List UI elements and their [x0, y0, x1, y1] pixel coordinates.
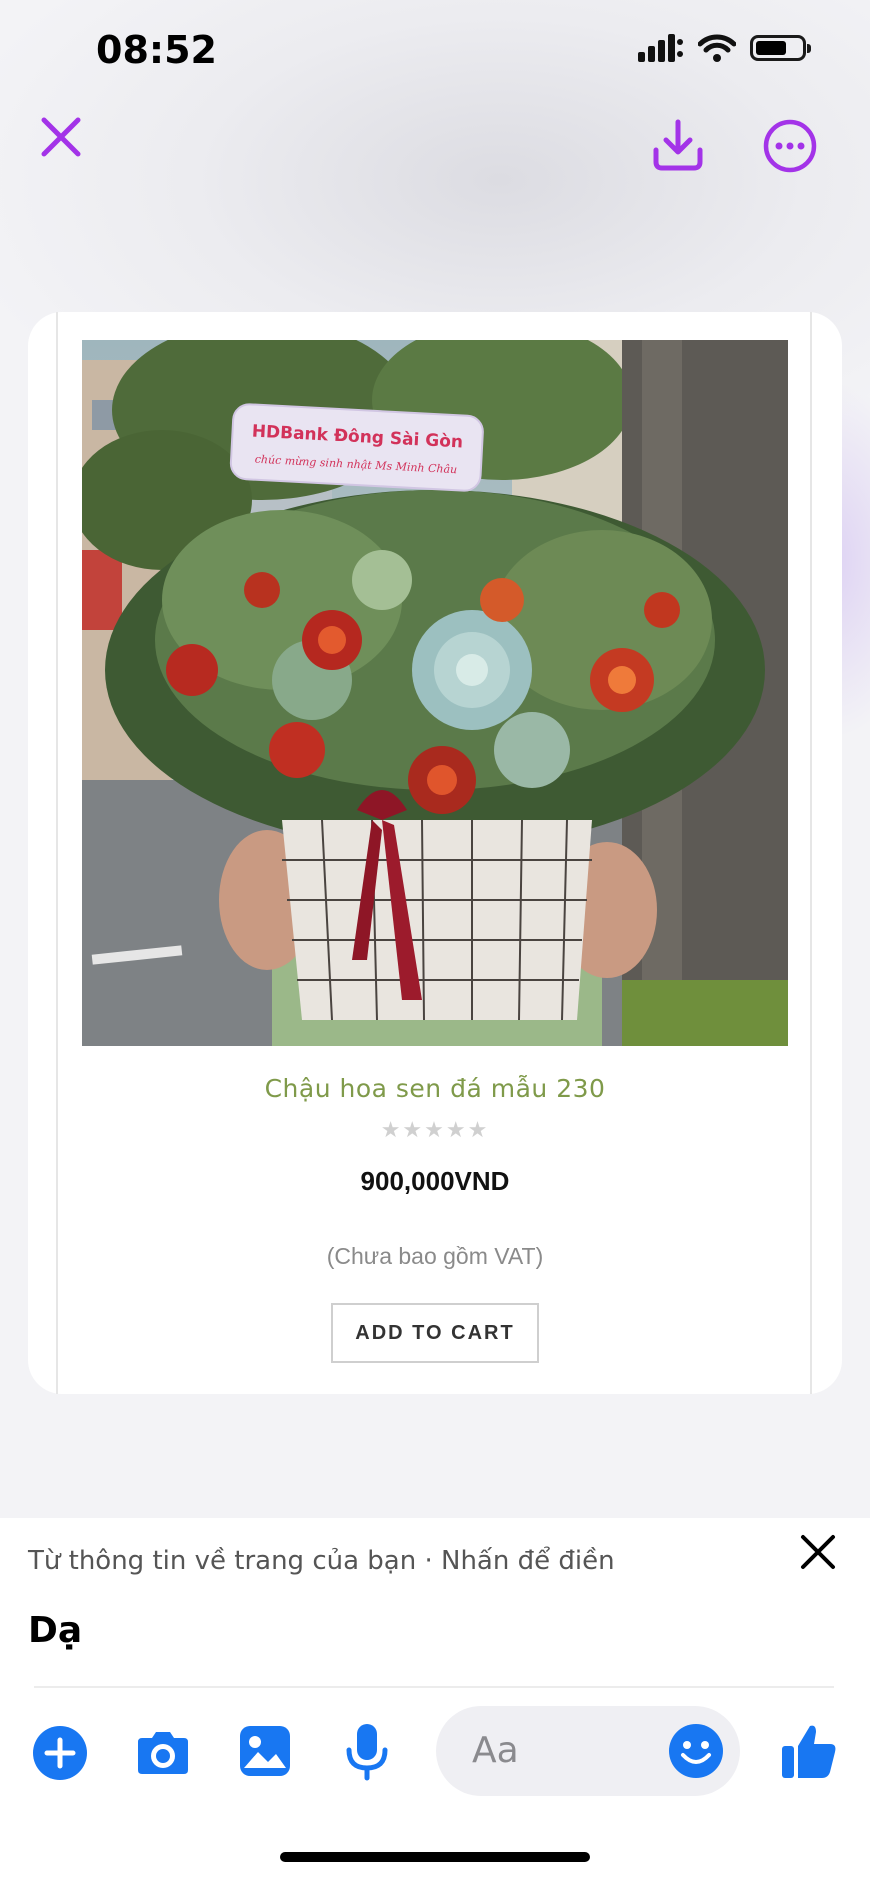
- vat-note: (Chưa bao gồm VAT): [326, 1243, 544, 1269]
- autofill-suggestion[interactable]: Từ thông tin về trang của bạn · Nhấn để …: [28, 1546, 615, 1576]
- microphone-icon[interactable]: [343, 1722, 391, 1782]
- battery-icon: [750, 35, 811, 61]
- flower-basket-image: HDBank Đông Sài Gòn chúc mừng sinh nhật …: [82, 340, 788, 1046]
- gallery-icon[interactable]: [238, 1724, 292, 1778]
- reply-text[interactable]: Dạ: [28, 1610, 82, 1651]
- message-composer[interactable]: Aa: [436, 1706, 740, 1796]
- status-time: 08:52: [96, 28, 217, 72]
- close-icon[interactable]: [40, 116, 82, 158]
- close-icon[interactable]: [798, 1532, 838, 1572]
- product-photo[interactable]: HDBank Đông Sài Gòn chúc mừng sinh nhật …: [82, 340, 788, 1046]
- camera-icon[interactable]: [134, 1728, 192, 1778]
- emoji-icon[interactable]: [668, 1723, 724, 1779]
- cellular-signal-icon: [638, 34, 683, 62]
- rating-stars: ★★★★★: [380, 1118, 490, 1143]
- add-to-cart-button[interactable]: ADD TO CART: [331, 1303, 539, 1363]
- download-icon[interactable]: [650, 118, 706, 174]
- product-price: 900,000VND: [360, 1166, 510, 1196]
- wifi-icon: [698, 34, 736, 62]
- more-options-icon[interactable]: [762, 118, 818, 174]
- plus-icon[interactable]: [33, 1726, 87, 1780]
- product-name[interactable]: Chậu hoa sen đá mẫu 230: [0, 1074, 870, 1103]
- composer-placeholder: Aa: [472, 1730, 519, 1771]
- home-indicator: [280, 1852, 590, 1862]
- thumbs-up-icon[interactable]: [780, 1722, 838, 1780]
- divider: [34, 1686, 834, 1688]
- status-icons: [638, 34, 811, 62]
